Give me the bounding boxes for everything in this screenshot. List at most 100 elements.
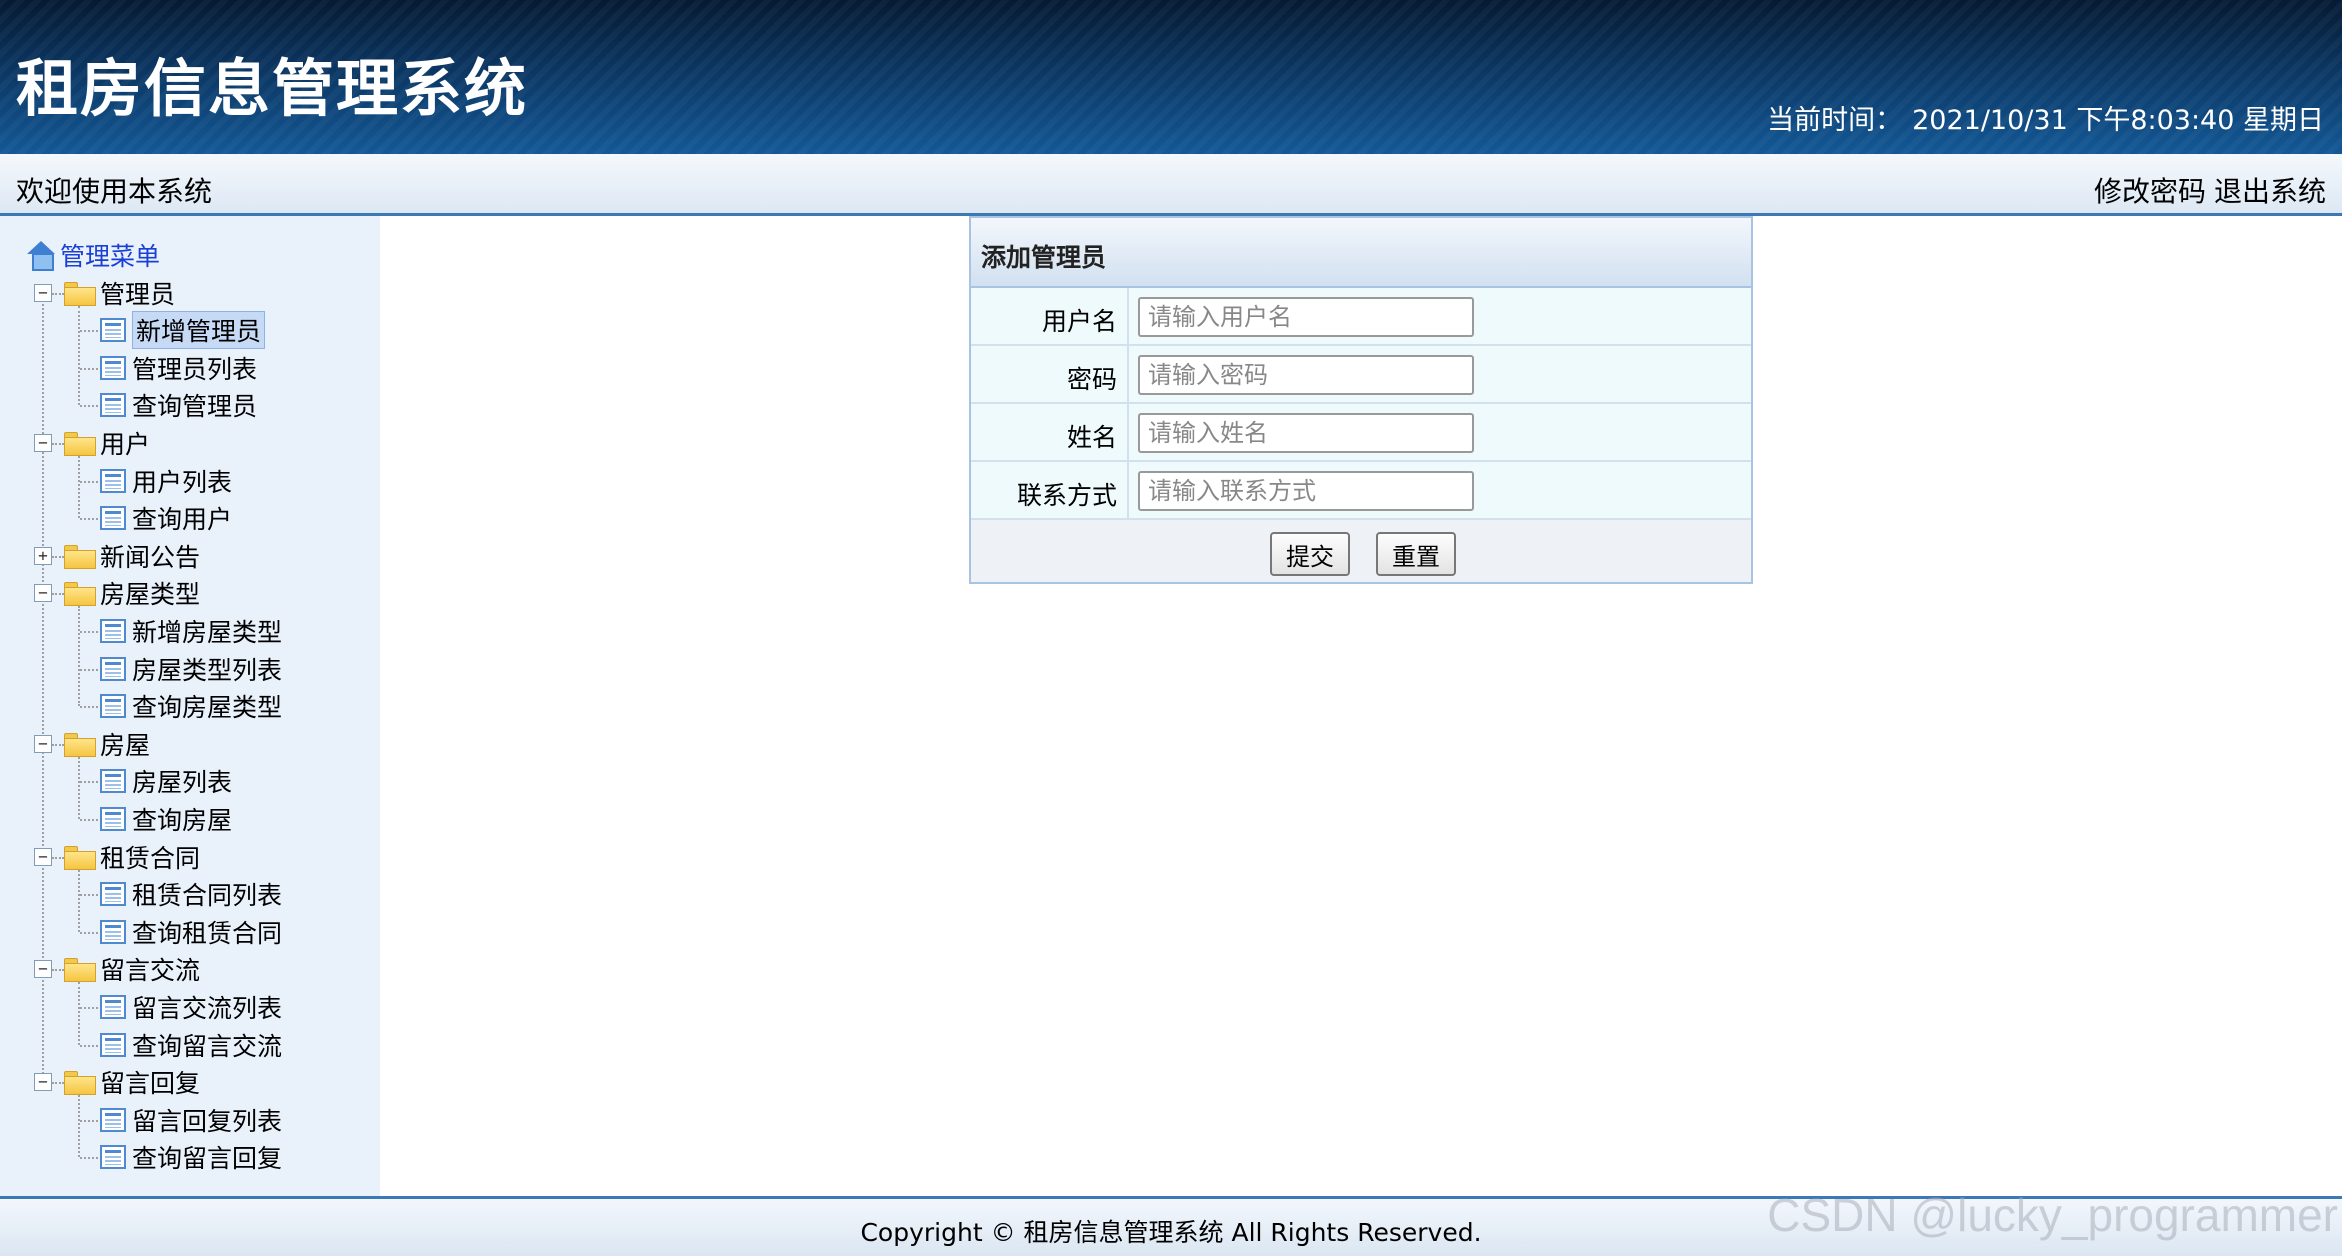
menu-item[interactable]: 租赁合同列表 — [100, 877, 282, 911]
time-value: 2021/10/31 下午8:03:40 星期日 — [1912, 105, 2324, 136]
tree-connector — [52, 969, 64, 972]
submit-button[interactable]: 提交 — [1270, 532, 1350, 576]
menu-item[interactable]: 查询留言回复 — [100, 1140, 282, 1174]
menu-group-label: 房屋 — [100, 730, 151, 760]
tree-connector — [80, 1044, 98, 1047]
menu-group[interactable]: 房屋 — [64, 727, 150, 761]
menu-item[interactable]: 查询房屋类型 — [100, 689, 282, 723]
menu-item-label: 查询留言交流 — [132, 1031, 283, 1061]
page-icon — [100, 656, 126, 681]
folder-icon — [64, 845, 96, 870]
menu-group-label: 留言回复 — [100, 1069, 201, 1099]
menu-item-label: 房屋类型列表 — [132, 655, 283, 685]
menu-item-label: 用户列表 — [132, 467, 233, 497]
page-icon — [100, 1032, 126, 1057]
menu-group[interactable]: 租赁合同 — [64, 840, 200, 874]
tree-connector — [80, 931, 98, 934]
menu-item-label: 查询管理员 — [132, 392, 258, 422]
menu-item[interactable]: 查询租赁合同 — [100, 915, 282, 949]
menu-item-label: 留言交流列表 — [132, 994, 283, 1023]
collapse-toggle-icon[interactable]: − — [34, 1073, 52, 1092]
page-icon — [100, 318, 126, 343]
add-admin-form: 添加管理员 用户名 密码 姓名 联系方式 提交 重置 — [969, 216, 1753, 584]
logout-link[interactable]: 退出系统 — [2214, 175, 2326, 208]
password-input[interactable] — [1138, 355, 1474, 395]
tree-connector — [78, 606, 80, 707]
menu-item[interactable]: 用户列表 — [100, 464, 232, 498]
menu-group[interactable]: 留言回复 — [64, 1065, 200, 1099]
tree-connector — [80, 480, 98, 483]
tree-connector — [52, 443, 64, 445]
password-label: 密码 — [971, 346, 1129, 402]
menu-group[interactable]: 管理员 — [64, 276, 175, 310]
page-icon — [100, 769, 126, 794]
name-input[interactable] — [1138, 413, 1474, 453]
tree-connector — [80, 819, 98, 821]
menu-group-label: 管理员 — [100, 279, 176, 309]
contact-input[interactable] — [1138, 471, 1474, 511]
welcome-text: 欢迎使用本系统 — [16, 175, 213, 208]
menu-group[interactable]: 新闻公告 — [64, 539, 200, 573]
tree-connector — [52, 593, 64, 596]
page-icon — [100, 1145, 126, 1170]
tree-connector — [52, 1082, 64, 1085]
tree-connector — [78, 456, 80, 519]
menu-item-label: 查询租赁合同 — [132, 918, 283, 948]
menu-item-label: 管理员列表 — [132, 354, 258, 384]
menu-item-label: 留言回复列表 — [132, 1106, 283, 1136]
form-actions: 提交 重置 — [971, 520, 1751, 582]
menu-item[interactable]: 查询管理员 — [100, 388, 257, 422]
collapse-toggle-icon[interactable]: − — [34, 584, 52, 603]
menu-item[interactable]: 留言回复列表 — [100, 1103, 282, 1137]
menu-group-label: 留言交流 — [100, 956, 201, 986]
menu-item[interactable]: 房屋类型列表 — [100, 652, 282, 686]
tree-connector — [80, 1007, 98, 1009]
collapse-toggle-icon[interactable]: − — [34, 734, 52, 753]
menu-group[interactable]: 留言交流 — [64, 952, 200, 986]
username-label: 用户名 — [971, 288, 1129, 344]
folder-icon — [64, 281, 96, 306]
time-label: 当前时间： — [1767, 105, 1903, 136]
expand-toggle-icon[interactable]: + — [34, 546, 52, 565]
menu-root[interactable]: 管理菜单 — [26, 238, 160, 272]
page-icon — [100, 355, 126, 380]
reset-button[interactable]: 重置 — [1376, 532, 1456, 576]
user-links: 修改密码 退出系统 — [2086, 170, 2326, 210]
menu-item[interactable]: 查询房屋 — [100, 802, 232, 836]
header: 租房信息管理系统 当前时间： 2021/10/31 下午8:03:40 星期日 — [0, 0, 2342, 154]
menu-group[interactable]: 用户 — [64, 426, 150, 460]
menu-item-label: 新增房屋类型 — [132, 618, 283, 647]
folder-icon — [64, 432, 96, 456]
menu-item-label: 新增管理员 — [132, 311, 266, 350]
username-input[interactable] — [1138, 297, 1474, 337]
menu-group-label: 租赁合同 — [100, 843, 201, 873]
page-icon — [100, 807, 126, 831]
tree-connector — [78, 869, 80, 932]
tree-connector — [52, 743, 64, 746]
menu-item[interactable]: 查询用户 — [100, 501, 232, 535]
menu-item[interactable]: 管理员列表 — [100, 351, 257, 385]
menu-tree: 管理菜单 − 管理员 新增管理员 管理员列表 查询管理员 − 用户 用户列表 查询用户 + 新闻公告 −… — [0, 216, 380, 1196]
app-title: 租房信息管理系统 — [16, 52, 529, 125]
tree-connector — [78, 982, 80, 1045]
collapse-toggle-icon[interactable]: − — [34, 960, 52, 979]
page-icon — [100, 995, 126, 1019]
collapse-toggle-icon[interactable]: − — [34, 847, 52, 866]
tree-connector — [78, 1095, 80, 1158]
collapse-toggle-icon[interactable]: − — [34, 434, 52, 452]
folder-icon — [64, 1071, 96, 1096]
menu-group[interactable]: 房屋类型 — [64, 576, 200, 610]
menu-item[interactable]: 房屋列表 — [100, 764, 232, 798]
menu-item[interactable]: 新增管理员 — [100, 311, 266, 350]
tree-connector — [52, 555, 64, 558]
change-password-link[interactable]: 修改密码 — [2094, 175, 2206, 208]
menu-item[interactable]: 留言交流列表 — [100, 990, 282, 1024]
menu-item[interactable]: 查询留言交流 — [100, 1028, 282, 1062]
name-label: 姓名 — [971, 404, 1129, 460]
menu-item[interactable]: 新增房屋类型 — [100, 614, 282, 648]
tree-connector — [80, 1157, 98, 1160]
sidebar-menu: 管理菜单 − 管理员 新增管理员 管理员列表 查询管理员 − 用户 用户列表 查询用户 + 新闻公告 −… — [0, 216, 380, 1196]
collapse-toggle-icon[interactable]: − — [34, 283, 52, 302]
menu-item-label: 查询房屋类型 — [132, 693, 283, 723]
tree-connector — [78, 305, 80, 406]
